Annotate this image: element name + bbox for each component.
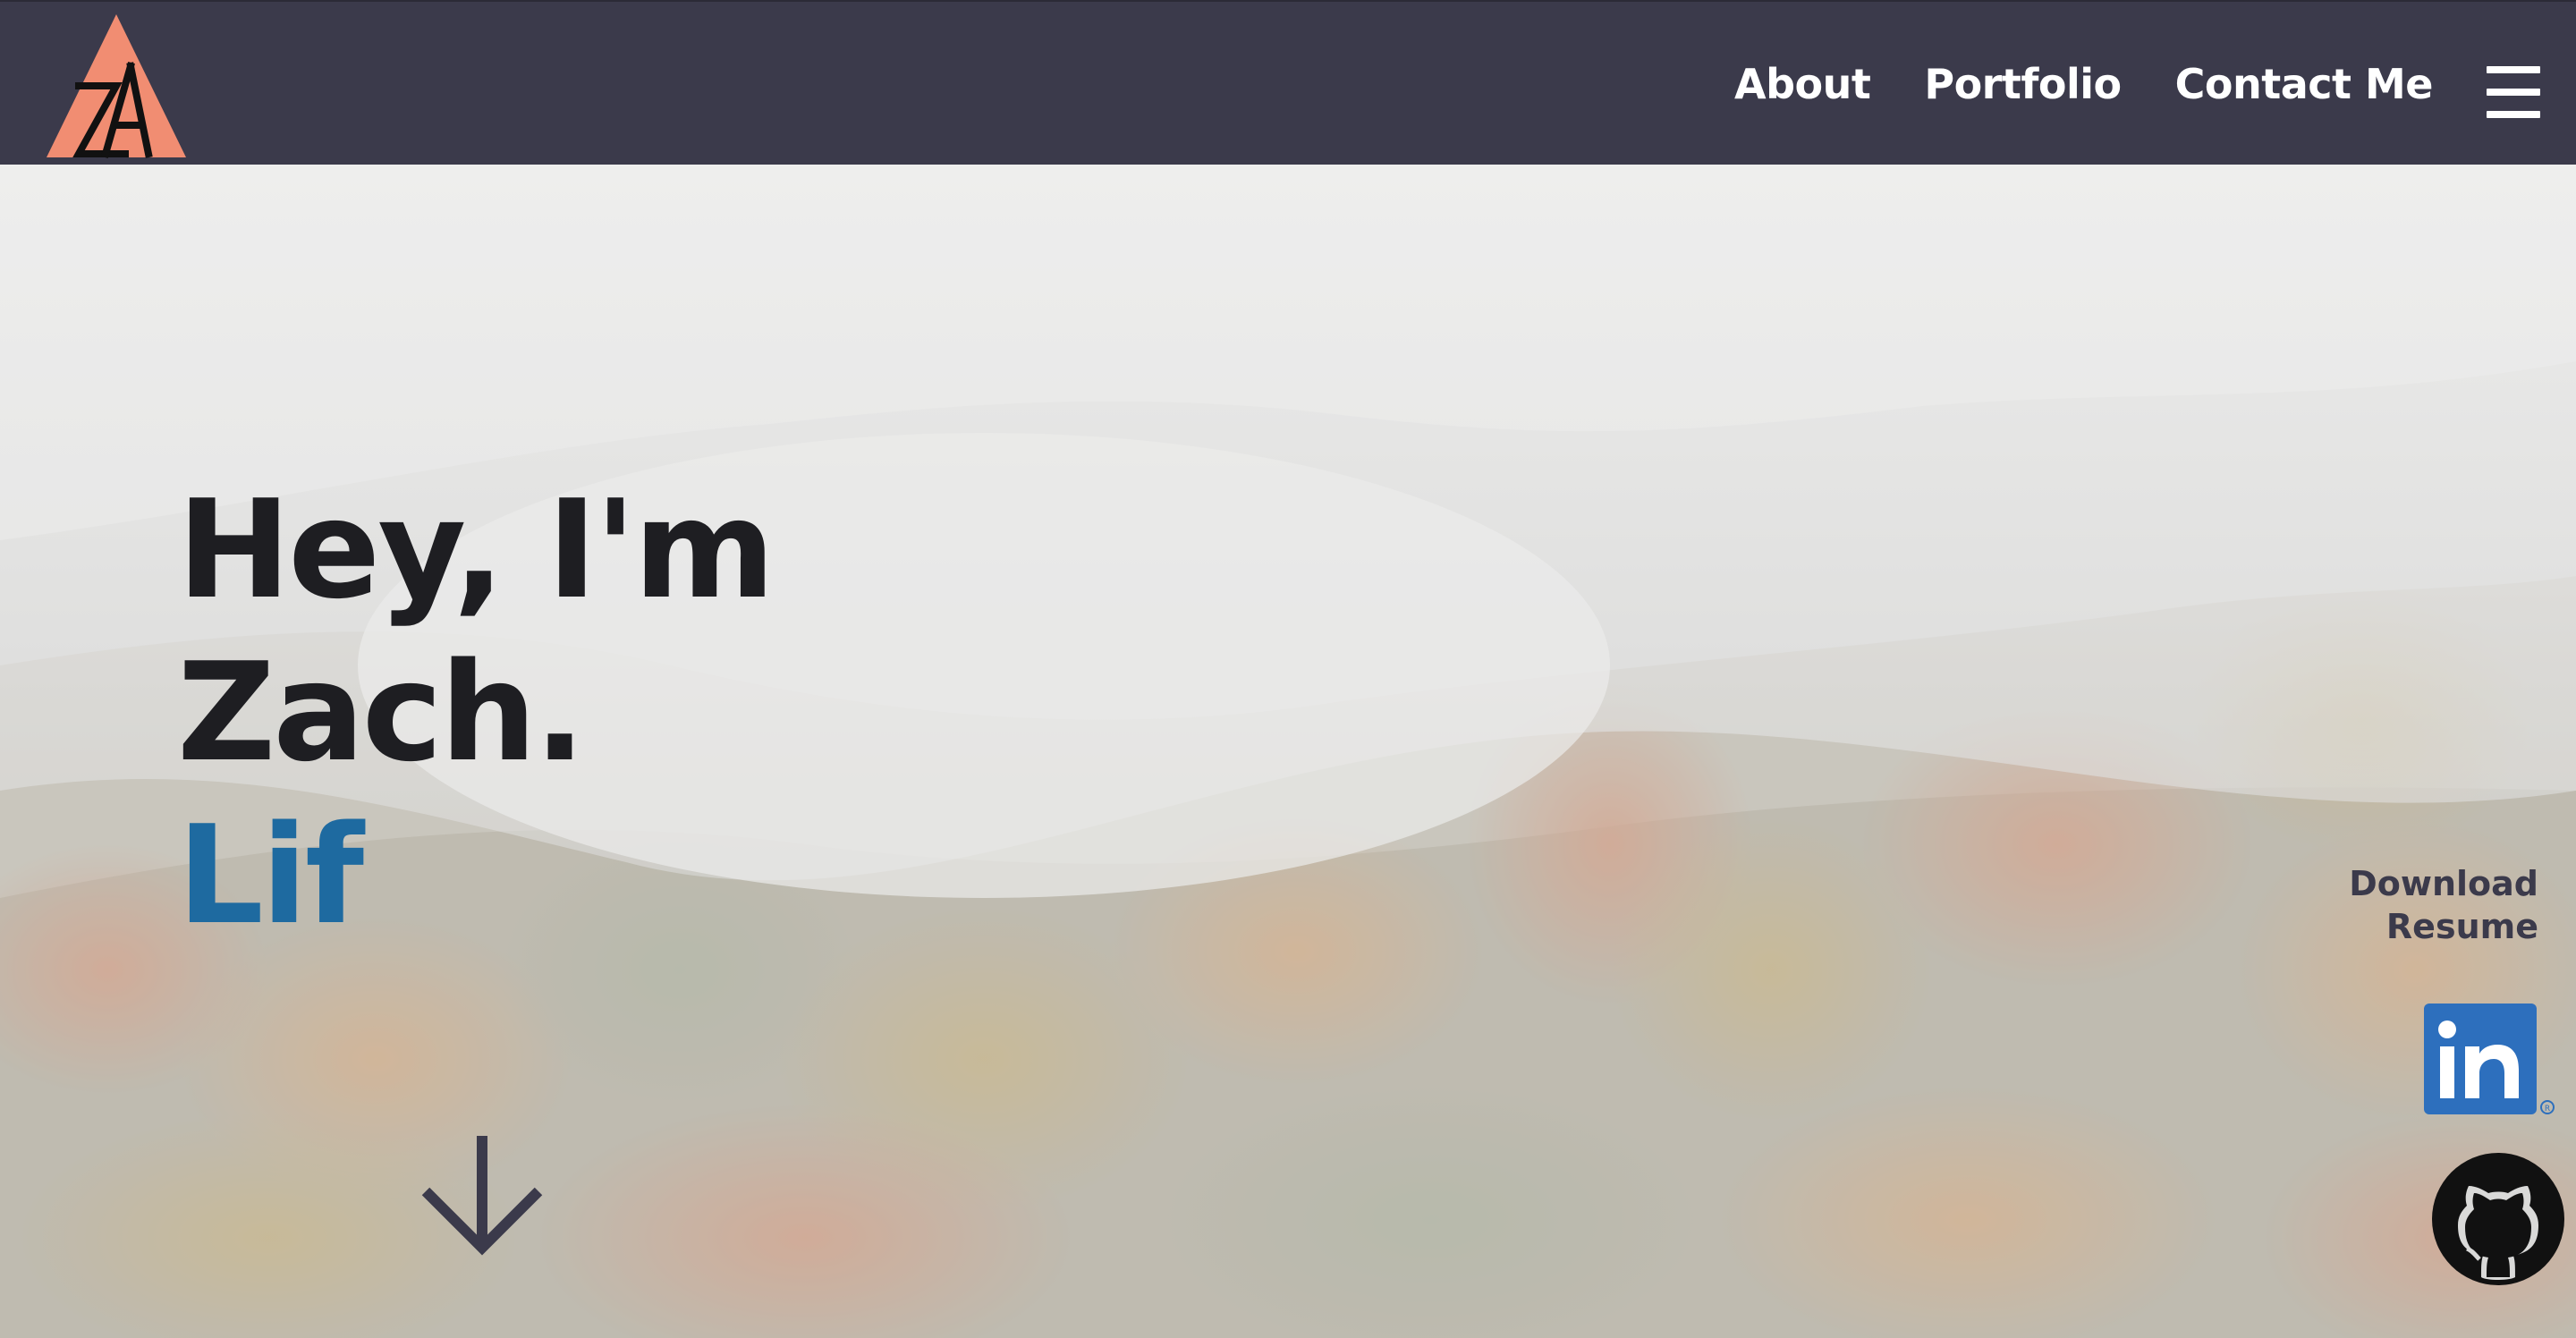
linkedin-icon[interactable]: R: [2422, 1002, 2556, 1118]
hamburger-bar: [2487, 111, 2540, 118]
greeting-line-2: Zach.: [177, 633, 586, 792]
hamburger-menu-icon[interactable]: [2487, 66, 2540, 118]
nav-link-about[interactable]: About: [1734, 60, 1871, 108]
svg-text:R: R: [2545, 1105, 2550, 1114]
za-logo-icon[interactable]: [45, 13, 188, 159]
typed-text: Lif: [177, 796, 364, 954]
hamburger-bar: [2487, 89, 2540, 96]
nav-link-contact[interactable]: Contact Me: [2175, 60, 2434, 108]
nav-link-portfolio[interactable]: Portfolio: [1924, 60, 2122, 108]
hero-section: Hey, I'm Zach. Lif Download Resume R: [0, 165, 2576, 1338]
side-links: Download Resume R: [2306, 862, 2564, 1286]
download-resume-link[interactable]: Download Resume: [2306, 862, 2538, 948]
greeting-line-1: Hey, I'm: [177, 470, 775, 629]
arrow-down-icon[interactable]: [420, 1132, 544, 1256]
hamburger-bar: [2487, 66, 2540, 73]
hero-headline: Hey, I'm Zach. Lif: [177, 469, 775, 957]
github-icon[interactable]: [2431, 1152, 2565, 1286]
primary-nav: About Portfolio Contact Me: [1734, 2, 2434, 166]
navbar: About Portfolio Contact Me: [0, 0, 2576, 165]
